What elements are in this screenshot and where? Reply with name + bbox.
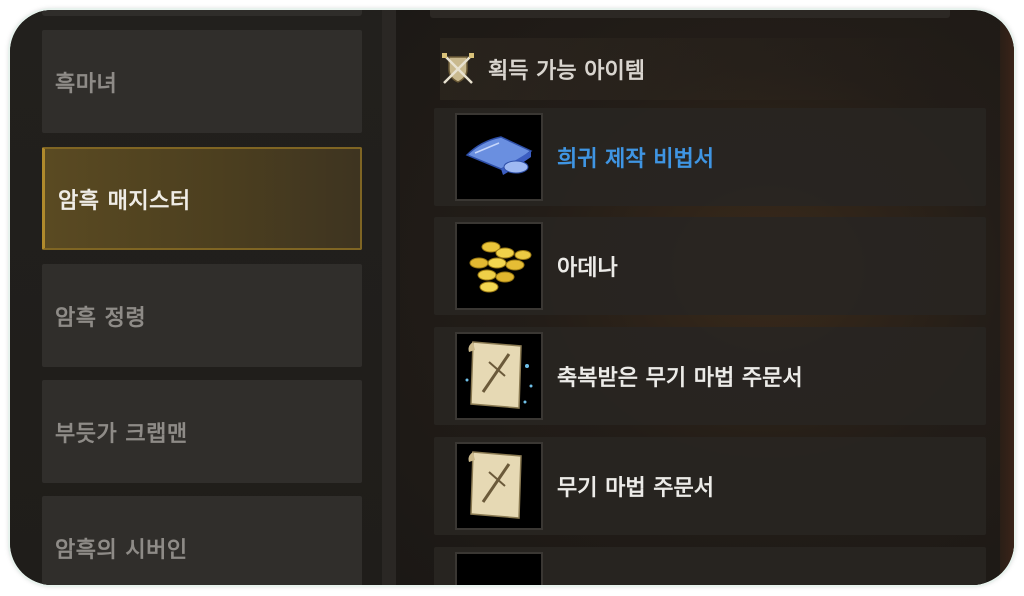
item-icon-frame [455, 332, 543, 420]
item-icon-frame [455, 222, 543, 310]
item-icon-frame [455, 113, 543, 201]
blueprint-scroll-icon [465, 136, 533, 175]
app-window: 흑마녀 암흑 매지스터 암흑 정령 부듯가 크랩맨 암흑의 시버인 획득 가능 … [10, 10, 1014, 585]
sidebar-item-black-witch[interactable]: 흑마녀 [42, 30, 362, 133]
item-name: 희귀 제작 비법서 [557, 147, 714, 172]
category-sidebar: 흑마녀 암흑 매지스터 암흑 정령 부듯가 크랩맨 암흑의 시버인 [10, 10, 388, 585]
section-header: 획득 가능 아이템 [440, 38, 940, 100]
item-name: 아데나 [557, 256, 618, 281]
sidebar-item-dark-magister[interactable]: 암흑 매지스터 [42, 147, 362, 250]
item-row-partial[interactable] [434, 547, 986, 585]
panel-right-edge [1000, 10, 1014, 585]
section-title: 획득 가능 아이템 [488, 59, 645, 84]
item-name: 무기 마법 주문서 [557, 476, 714, 501]
sidebar-top-edge [42, 10, 362, 16]
item-row[interactable]: 희귀 제작 비법서 [434, 108, 986, 206]
list-top-edge [430, 10, 950, 18]
sidebar-item-label: 암흑 매지스터 [58, 188, 191, 214]
panel-divider [382, 10, 396, 585]
sidebar-item-label: 흑마녀 [55, 71, 118, 97]
item-row[interactable]: 아데나 [434, 217, 986, 315]
item-row[interactable]: 무기 마법 주문서 [434, 437, 986, 535]
item-list-panel: 획득 가능 아이템 희귀 제작 비법서 아데나 축복받은 무기 마법 주문서 무… [400, 10, 1014, 585]
sword-shield-icon [442, 53, 474, 84]
sidebar-item-crabman[interactable]: 부듯가 크랩맨 [42, 380, 362, 483]
gold-coins-icon [469, 241, 532, 293]
sidebar-item-dark-servant[interactable]: 암흑의 시버인 [42, 496, 362, 585]
sidebar-item-dark-spirit[interactable]: 암흑 정령 [42, 264, 362, 367]
item-icon-frame [455, 552, 543, 585]
sidebar-item-label: 암흑의 시버인 [55, 537, 188, 563]
weapon-scroll-blessed-icon [465, 341, 533, 409]
item-name: 축복받은 무기 마법 주문서 [557, 366, 803, 391]
weapon-scroll-icon [468, 451, 522, 519]
item-icon-frame [455, 442, 543, 530]
item-row[interactable]: 축복받은 무기 마법 주문서 [434, 327, 986, 425]
sidebar-item-label: 암흑 정령 [55, 305, 147, 331]
sidebar-item-label: 부듯가 크랩맨 [55, 421, 188, 447]
